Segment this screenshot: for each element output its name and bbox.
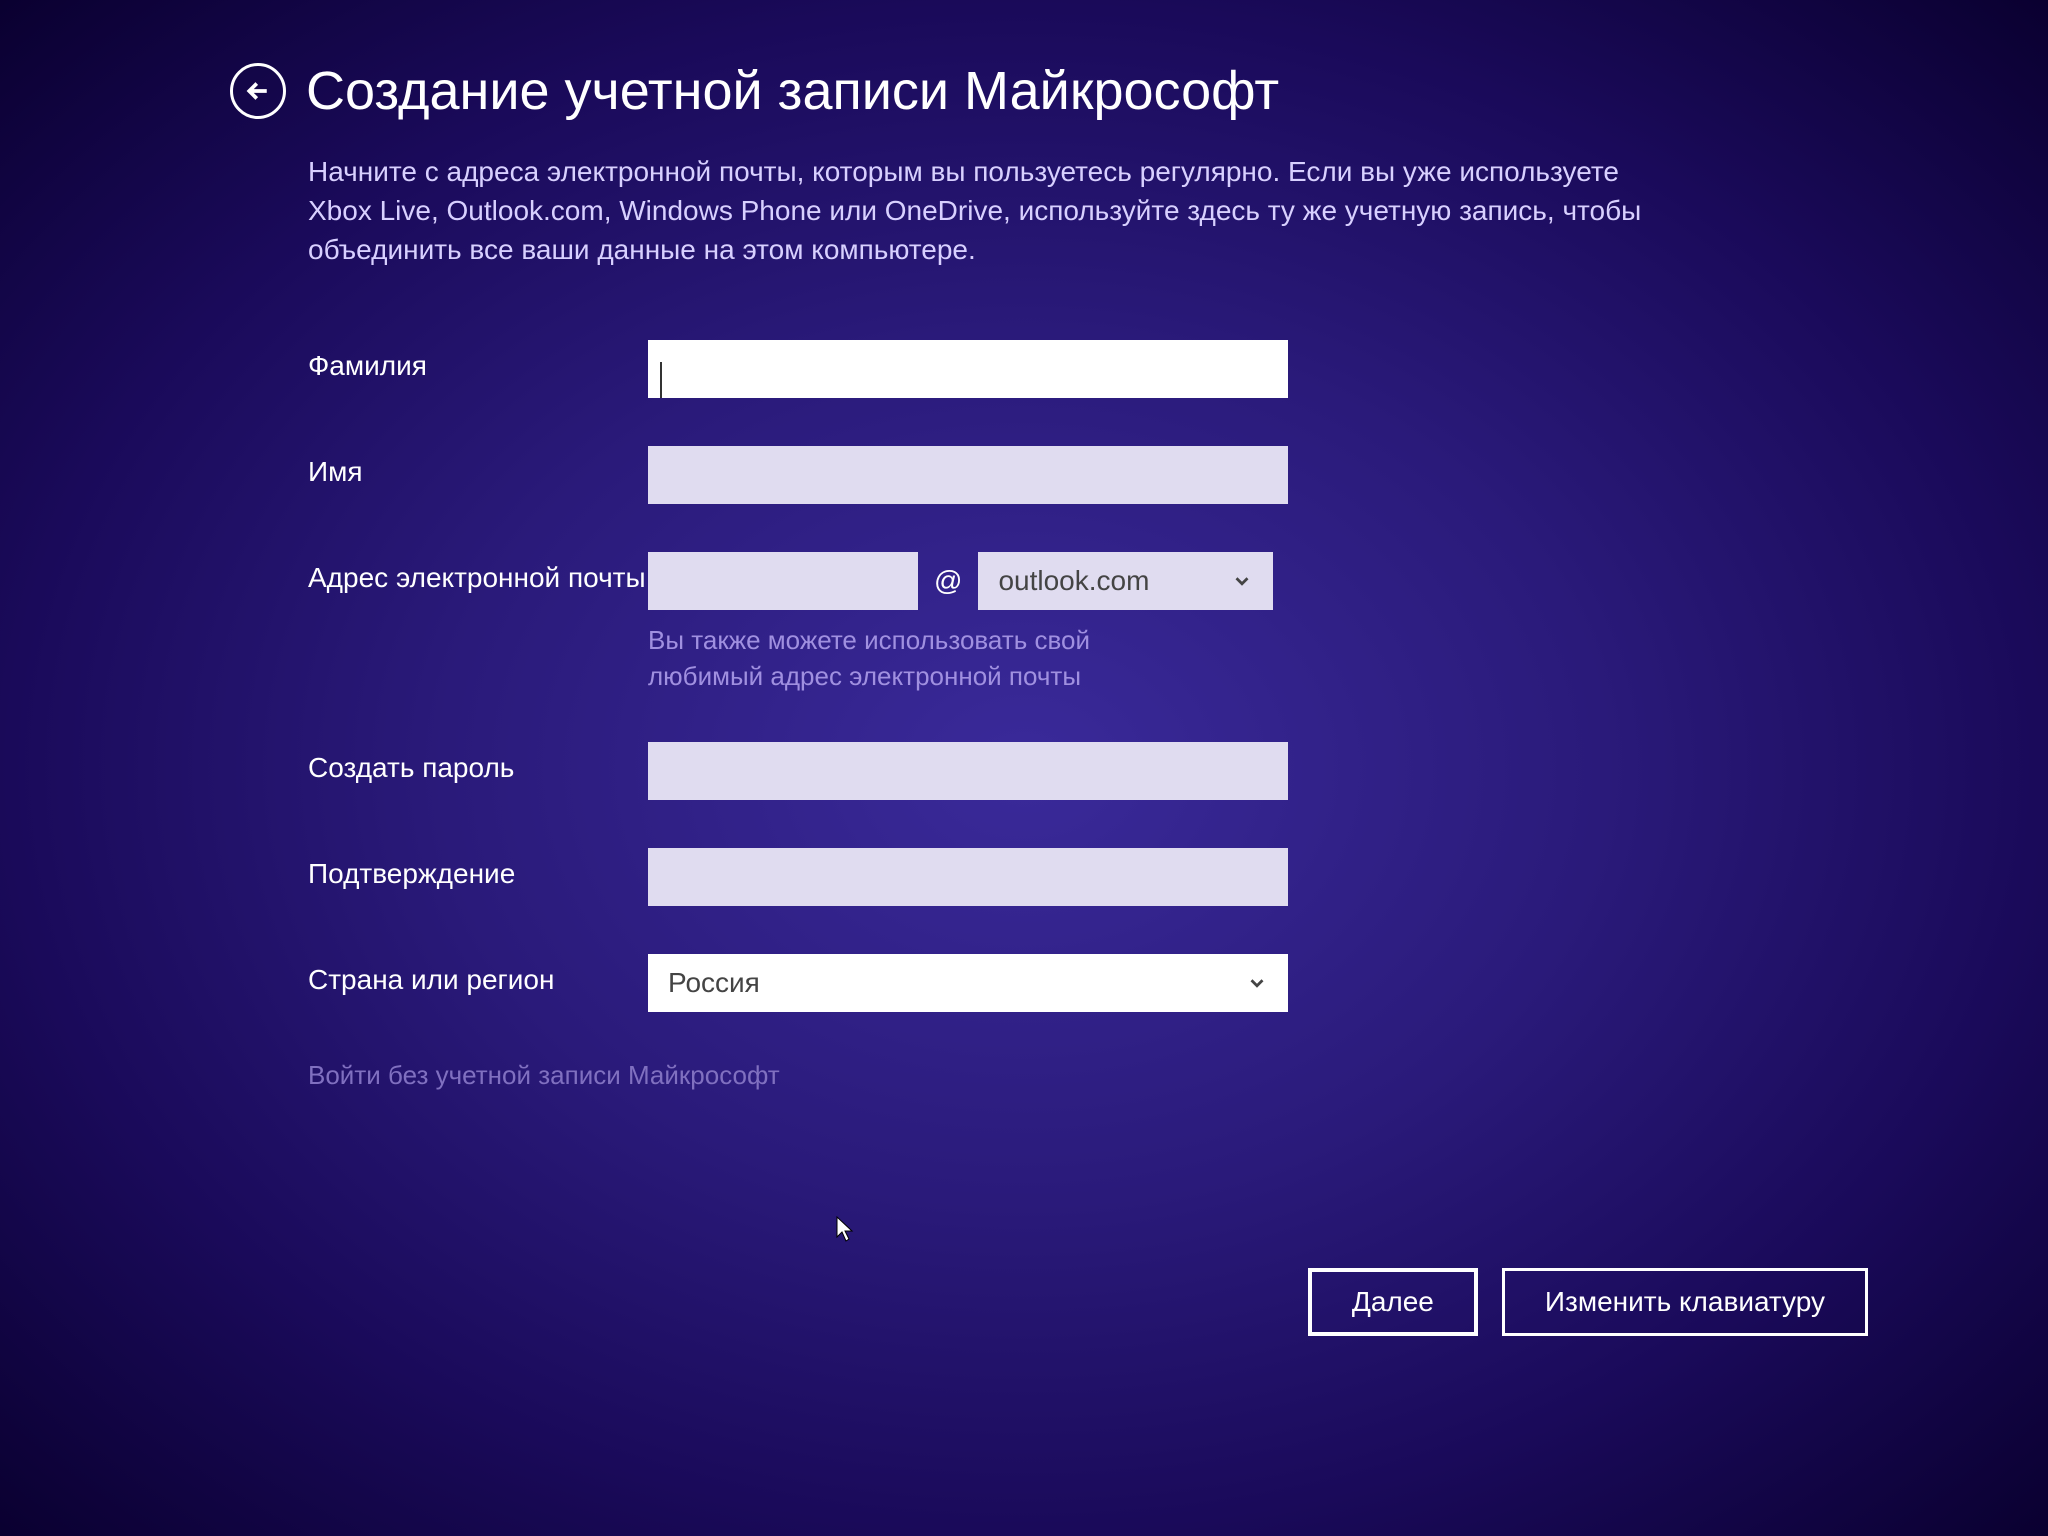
email-helper-text: Вы также можете использовать свой любимы… [648,622,1208,695]
page-title: Создание учетной записи Майкрософт [306,60,1279,122]
chevron-down-icon [1231,570,1253,592]
password-label: Создать пароль [308,742,648,786]
email-domain-select[interactable]: outlook.com [978,552,1273,610]
firstname-input[interactable] [648,446,1288,504]
confirm-password-input[interactable] [648,848,1288,906]
next-button[interactable]: Далее [1308,1268,1478,1336]
email-label: Адрес электронной почты [308,552,648,596]
country-label: Страна или регион [308,954,648,998]
mouse-cursor-icon [835,1215,855,1243]
text-caret [660,362,662,398]
chevron-down-icon [1246,972,1268,994]
email-domain-value: outlook.com [998,565,1149,597]
password-input[interactable] [648,742,1288,800]
lastname-input[interactable] [648,340,1288,398]
firstname-label: Имя [308,446,648,490]
page-description: Начните с адреса электронной почты, кото… [0,152,2048,270]
email-local-input[interactable] [648,552,918,610]
signup-form: Фамилия Имя Адрес электронной почты @ ou… [0,340,2048,1013]
confirm-label: Подтверждение [308,848,648,892]
country-select[interactable]: Россия [648,954,1288,1012]
lastname-label: Фамилия [308,340,648,384]
change-keyboard-button[interactable]: Изменить клавиатуру [1502,1268,1868,1336]
back-button[interactable] [230,63,286,119]
at-sign: @ [934,565,962,597]
signin-without-account-link[interactable]: Войти без учетной записи Майкрософт [0,1060,2048,1091]
arrow-left-icon [243,76,273,106]
country-value: Россия [668,967,760,999]
